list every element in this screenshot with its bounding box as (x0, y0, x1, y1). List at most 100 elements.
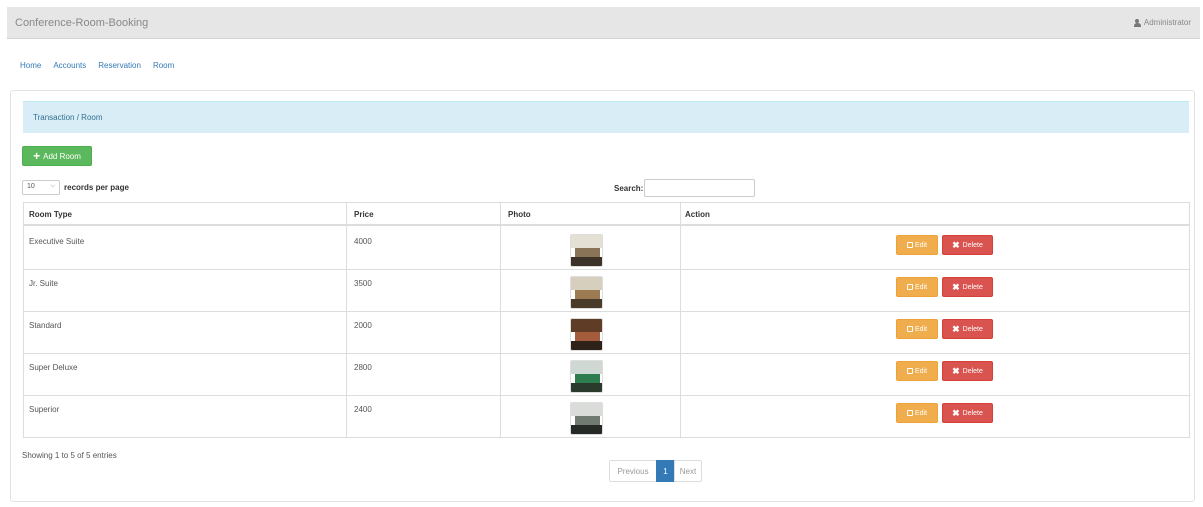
column-header-price[interactable]: Price (354, 210, 374, 219)
delete-label: Delete (962, 283, 983, 291)
photo-floor (571, 425, 602, 434)
table-row: Super Deluxe 2800 Edit ✖ Delete (24, 354, 1189, 396)
close-icon: ✖ (952, 239, 960, 250)
user-menu[interactable]: Administrator (1133, 18, 1191, 27)
photo-table (575, 374, 600, 384)
delete-label: Delete (962, 241, 983, 249)
search-input[interactable] (644, 179, 756, 197)
records-per-page: 10 ⌵ records per page (22, 180, 129, 195)
delete-label: Delete (962, 325, 983, 333)
photo-table (575, 332, 600, 342)
room-type-cell: Super Deluxe (29, 363, 78, 372)
photo-table (575, 290, 600, 300)
top-navbar: Conference-Room-Booking Administrator (7, 7, 1200, 39)
room-photo (570, 276, 603, 309)
price-cell: 2400 (354, 405, 372, 414)
nav-reservation[interactable]: Reservation (98, 61, 141, 70)
close-icon: ✖ (952, 281, 960, 292)
edit-label: Edit (914, 325, 928, 333)
room-photo (570, 318, 603, 351)
price-cell: 2800 (354, 363, 372, 372)
plus-icon: + (33, 149, 41, 163)
chevron-down-icon: ⌵ (50, 183, 55, 189)
edit-label: Edit (914, 241, 928, 249)
delete-button[interactable]: ✖ Delete (942, 403, 993, 423)
pagination-next[interactable]: Next (674, 460, 702, 482)
table-header: Room Type Price Photo Action (24, 203, 1189, 226)
room-photo (570, 360, 603, 393)
photo-floor (571, 341, 602, 350)
edit-button[interactable]: Edit (896, 277, 938, 297)
user-icon (1133, 18, 1141, 27)
edit-button[interactable]: Edit (896, 319, 938, 339)
close-icon: ✖ (952, 365, 960, 376)
price-cell: 4000 (354, 237, 372, 246)
breadcrumb: Transaction / Room (33, 113, 103, 122)
search-box: Search: (614, 179, 756, 197)
photo-ceiling (571, 361, 602, 375)
nav-accounts[interactable]: Accounts (53, 61, 86, 70)
room-photo (570, 402, 603, 435)
edit-label: Edit (914, 409, 928, 417)
delete-button[interactable]: ✖ Delete (942, 361, 993, 381)
table-row: Standard 2000 Edit ✖ Delete (24, 312, 1189, 354)
edit-icon (906, 242, 913, 248)
nav-home[interactable]: Home (20, 61, 41, 70)
edit-button[interactable]: Edit (896, 235, 938, 255)
edit-icon (906, 410, 913, 416)
price-cell: 3500 (354, 279, 372, 288)
photo-floor (571, 257, 602, 266)
room-photo (570, 234, 603, 267)
nav-room[interactable]: Room (153, 61, 174, 70)
app-title[interactable]: Conference-Room-Booking (15, 17, 148, 29)
records-per-page-label: records per page (64, 183, 129, 192)
room-type-cell: Superior (29, 405, 60, 414)
pagination-page-1[interactable]: 1 (656, 460, 675, 482)
photo-floor (571, 383, 602, 392)
add-room-button[interactable]: + Add Room (22, 146, 92, 166)
main-nav: Home Accounts Reservation Room (20, 61, 174, 70)
delete-button[interactable]: ✖ Delete (942, 235, 993, 255)
photo-table (575, 248, 600, 258)
photo-ceiling (571, 319, 602, 333)
delete-label: Delete (962, 409, 983, 417)
edit-button[interactable]: Edit (896, 403, 938, 423)
add-room-label: Add Room (43, 151, 81, 161)
records-per-page-select[interactable]: 10 ⌵ (22, 180, 60, 195)
edit-icon (906, 284, 913, 290)
edit-label: Edit (914, 367, 928, 375)
edit-label: Edit (914, 283, 928, 291)
edit-icon (906, 326, 913, 332)
user-name: Administrator (1143, 18, 1191, 27)
photo-ceiling (571, 403, 602, 417)
column-header-room-type[interactable]: Room Type (29, 210, 72, 219)
photo-ceiling (571, 235, 602, 249)
photo-floor (571, 299, 602, 308)
photo-ceiling (571, 277, 602, 291)
close-icon: ✖ (952, 407, 960, 418)
panel-heading: Transaction / Room (23, 101, 1189, 133)
price-cell: 2000 (354, 321, 372, 330)
column-header-action[interactable]: Action (685, 210, 710, 219)
pagination: Previous 1 Next (609, 460, 702, 482)
close-icon: ✖ (952, 323, 960, 334)
edit-button[interactable]: Edit (896, 361, 938, 381)
room-panel: Transaction / Room + Add Room 10 ⌵ recor… (10, 90, 1195, 502)
delete-label: Delete (962, 367, 983, 375)
table-info: Showing 1 to 5 of 5 entries (22, 451, 117, 460)
delete-button[interactable]: ✖ Delete (942, 319, 993, 339)
room-type-cell: Jr. Suite (29, 279, 58, 288)
column-header-photo[interactable]: Photo (508, 210, 531, 219)
photo-table (575, 416, 600, 426)
table-row: Executive Suite 4000 Edit ✖ Delete (24, 228, 1189, 270)
delete-button[interactable]: ✖ Delete (942, 277, 993, 297)
table-row: Jr. Suite 3500 Edit ✖ Delete (24, 270, 1189, 312)
table-row: Superior 2400 Edit ✖ Delete (24, 396, 1189, 438)
edit-icon (906, 368, 913, 374)
search-label: Search: (614, 183, 644, 193)
rooms-table: Room Type Price Photo Action Executive S… (23, 202, 1190, 438)
pagination-previous[interactable]: Previous (609, 460, 657, 482)
room-type-cell: Standard (29, 321, 62, 330)
records-per-page-value: 10 (27, 183, 35, 190)
room-type-cell: Executive Suite (29, 237, 85, 246)
